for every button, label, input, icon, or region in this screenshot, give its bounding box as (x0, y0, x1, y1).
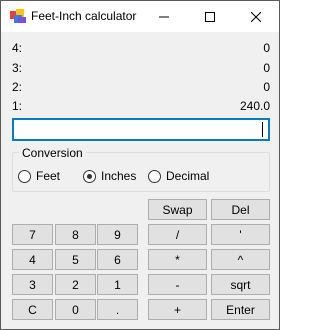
radio-circle (148, 169, 161, 183)
title-bar[interactable]: Feet-Inch calculator (1, 1, 279, 32)
key-3[interactable]: 3 (12, 274, 53, 295)
conversion-group-title: Conversion (19, 146, 86, 160)
sqrt-button[interactable]: sqrt (211, 274, 270, 295)
radio-feet[interactable]: Feet (18, 168, 60, 184)
text-caret (262, 122, 263, 137)
divide-button[interactable]: / (148, 224, 207, 245)
multiply-button[interactable]: * (148, 249, 207, 270)
stack-row-3: 3: 0 (12, 61, 270, 77)
delete-button[interactable]: Del (211, 199, 270, 220)
stack-row-1: 1: 240.0 (12, 99, 270, 115)
key-8[interactable]: 8 (55, 224, 96, 245)
radio-inches-label: Inches (101, 169, 137, 183)
key-0[interactable]: 0 (55, 299, 96, 320)
calculator-window: Feet-Inch calculator 4: 0 3: 0 2: 0 1: 2… (0, 0, 280, 330)
stack-label: 1: (12, 99, 23, 113)
subtract-button[interactable]: - (148, 274, 207, 295)
key-4[interactable]: 4 (12, 249, 53, 270)
swap-button[interactable]: Swap (148, 199, 207, 220)
app-icon (10, 9, 26, 23)
radio-circle (18, 169, 31, 183)
minimize-icon (159, 16, 169, 17)
close-icon (251, 11, 261, 22)
radio-circle-checked (83, 169, 96, 183)
entry-input[interactable] (12, 118, 270, 141)
stack-label: 3: (12, 61, 23, 75)
maximize-icon (205, 11, 215, 22)
decimal-point-button[interactable]: . (97, 299, 138, 320)
key-2[interactable]: 2 (55, 274, 96, 295)
radio-decimal-label: Decimal (166, 169, 210, 183)
key-1[interactable]: 1 (97, 274, 138, 295)
add-button[interactable]: + (148, 299, 207, 320)
feet-mark-button[interactable]: ' (211, 224, 270, 245)
stack-label: 2: (12, 80, 23, 94)
stack-row-4: 4: 0 (12, 41, 270, 57)
key-5[interactable]: 5 (55, 249, 96, 270)
maximize-button[interactable] (187, 1, 233, 32)
key-9[interactable]: 9 (97, 224, 138, 245)
clear-button[interactable]: C (12, 299, 53, 320)
radio-inches[interactable]: Inches (83, 168, 136, 184)
power-button[interactable]: ^ (211, 249, 270, 270)
stack-label: 4: (12, 41, 23, 55)
enter-button[interactable]: Enter (211, 299, 270, 320)
stack-value: 0 (263, 61, 270, 75)
minimize-button[interactable] (141, 1, 187, 32)
stack-value: 240.0 (239, 99, 270, 113)
radio-feet-label: Feet (36, 169, 61, 183)
window-title: Feet-Inch calculator (31, 9, 137, 23)
stack-value: 0 (263, 41, 270, 55)
stack-value: 0 (263, 80, 270, 94)
stack-row-2: 2: 0 (12, 80, 270, 96)
key-7[interactable]: 7 (12, 224, 53, 245)
key-6[interactable]: 6 (97, 249, 138, 270)
close-button[interactable] (233, 1, 279, 32)
radio-decimal[interactable]: Decimal (148, 168, 209, 184)
